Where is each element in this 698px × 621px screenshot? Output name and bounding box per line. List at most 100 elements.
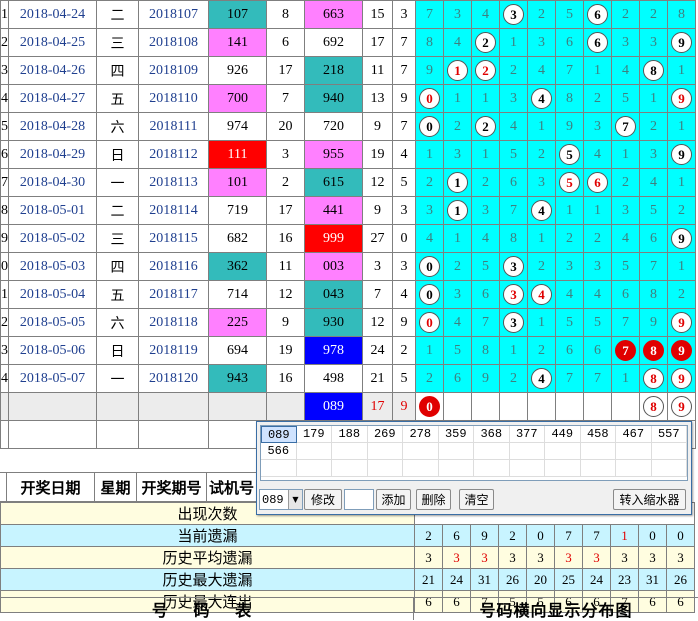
table-row[interactable]: 7 2018-04-30 一 2018113 101 2 615 12 5 2 1 2 6 3 5 6 2 4 1 <box>0 168 696 197</box>
distribution-cell[interactable]: 5 <box>639 196 668 225</box>
distribution-cell[interactable] <box>499 392 528 421</box>
distribution-cell[interactable]: 7 <box>471 308 500 337</box>
distribution-cell[interactable]: 8 <box>415 28 444 57</box>
distribution-cell[interactable]: 4 <box>527 196 556 225</box>
distribution-cell[interactable]: 4 <box>471 224 500 253</box>
distribution-cell[interactable]: 3 <box>415 196 444 225</box>
distribution-cell[interactable]: 2 <box>443 112 472 141</box>
hit-ball[interactable]: 3 <box>503 312 524 333</box>
distribution-cell[interactable] <box>527 392 556 421</box>
distribution-cell[interactable]: 4 <box>583 280 612 309</box>
distribution-cell[interactable]: 4 <box>443 28 472 57</box>
hit-ball[interactable]: 8 <box>643 368 664 389</box>
hit-ball[interactable]: 0 <box>419 116 440 137</box>
hit-ball[interactable]: 3 <box>503 284 524 305</box>
table-row[interactable]: 1 2018-05-04 五 2018117 714 12 043 7 4 0 3 6 3 4 4 4 6 8 2 <box>0 280 696 309</box>
distribution-cell[interactable]: 9 <box>471 364 500 393</box>
distribution-cell[interactable]: 1 <box>667 168 696 197</box>
number-list-item[interactable] <box>545 460 581 477</box>
hit-ball[interactable]: 1 <box>447 60 468 81</box>
distribution-cell[interactable]: 6 <box>611 280 640 309</box>
distribution-cell[interactable]: 2 <box>443 252 472 281</box>
distribution-cell[interactable] <box>555 392 584 421</box>
distribution-cell[interactable]: 0 <box>415 112 444 141</box>
distribution-cell[interactable]: 2 <box>639 0 668 29</box>
distribution-cell[interactable]: 1 <box>443 224 472 253</box>
distribution-cell[interactable]: 2 <box>583 224 612 253</box>
distribution-cell[interactable]: 4 <box>527 280 556 309</box>
distribution-cell[interactable]: 1 <box>611 140 640 169</box>
distribution-cell[interactable]: 2 <box>527 336 556 365</box>
distribution-cell[interactable]: 5 <box>611 84 640 113</box>
number-list-grid[interactable]: 089 179 188 269 278 359 368 377 449 458 467 557 566 <box>260 425 688 481</box>
hit-ball[interactable]: 9 <box>671 32 692 53</box>
distribution-cell[interactable]: 0 <box>415 84 444 113</box>
distribution-cell[interactable]: 2 <box>527 0 556 29</box>
distribution-cell[interactable]: 2 <box>555 224 584 253</box>
distribution-cell[interactable]: 2 <box>639 112 668 141</box>
number-input[interactable] <box>344 489 374 510</box>
distribution-cell[interactable]: 9 <box>639 308 668 337</box>
number-list-item[interactable]: 089 <box>261 426 297 443</box>
number-list-item[interactable] <box>616 443 652 460</box>
number-list-item[interactable]: 458 <box>580 426 617 443</box>
number-combo[interactable]: 089 ▼ <box>259 489 303 510</box>
number-list-item[interactable] <box>580 460 616 477</box>
hit-ball[interactable]: 2 <box>475 60 496 81</box>
table-row[interactable]: 2 2018-05-05 六 2018118 225 9 930 12 9 0 4 7 3 1 5 5 7 9 9 <box>0 308 696 337</box>
distribution-cell[interactable]: 9 <box>667 308 696 337</box>
distribution-cell[interactable]: 4 <box>555 280 584 309</box>
number-list-item[interactable]: 179 <box>296 426 333 443</box>
delete-button[interactable]: 删除 <box>416 489 451 510</box>
hit-ball[interactable]: 1 <box>447 200 468 221</box>
distribution-cell[interactable]: 3 <box>527 28 556 57</box>
clear-button[interactable]: 清空 <box>459 489 494 510</box>
distribution-cell[interactable]: 2 <box>611 168 640 197</box>
distribution-cell[interactable]: 2 <box>499 56 528 85</box>
distribution-cell[interactable]: 2 <box>527 252 556 281</box>
distribution-cell[interactable]: 3 <box>583 252 612 281</box>
distribution-cell[interactable]: 6 <box>443 364 472 393</box>
hit-ball[interactable]: 9 <box>671 228 692 249</box>
number-list-item[interactable]: 188 <box>332 426 368 443</box>
number-list-item[interactable] <box>474 460 510 477</box>
hit-ball[interactable]: 8 <box>643 60 664 81</box>
hit-ball[interactable]: 0 <box>419 88 440 109</box>
distribution-cell[interactable]: 5 <box>555 140 584 169</box>
hit-ball[interactable]: 7 <box>615 116 636 137</box>
distribution-cell[interactable]: 3 <box>611 196 640 225</box>
hit-ball[interactable]: 9 <box>671 340 692 361</box>
distribution-cell[interactable]: 8 <box>555 84 584 113</box>
number-list-item[interactable] <box>509 443 545 460</box>
distribution-cell[interactable]: 6 <box>583 28 612 57</box>
distribution-cell[interactable]: 2 <box>471 28 500 57</box>
distribution-cell[interactable]: 1 <box>471 140 500 169</box>
number-list-item[interactable]: 377 <box>509 426 546 443</box>
table-row[interactable]: 1 2018-04-24 二 2018107 107 8 663 15 3 7 3 4 3 2 5 6 2 2 8 <box>0 0 696 29</box>
distribution-cell[interactable]: 8 <box>639 56 668 85</box>
distribution-cell[interactable]: 9 <box>667 84 696 113</box>
distribution-cell[interactable]: 8 <box>639 280 668 309</box>
number-list-item[interactable] <box>509 460 545 477</box>
hit-ball[interactable]: 9 <box>671 312 692 333</box>
number-list-item[interactable] <box>403 460 439 477</box>
distribution-cell[interactable]: 3 <box>527 168 556 197</box>
distribution-cell[interactable]: 1 <box>667 252 696 281</box>
distribution-cell[interactable]: 8 <box>499 224 528 253</box>
distribution-cell[interactable]: 1 <box>527 112 556 141</box>
distribution-cell[interactable]: 7 <box>611 308 640 337</box>
distribution-cell[interactable]: 5 <box>499 140 528 169</box>
distribution-cell[interactable]: 8 <box>639 364 668 393</box>
hit-ball[interactable]: 0 <box>419 312 440 333</box>
hit-ball[interactable]: 6 <box>587 32 608 53</box>
table-row[interactable]: 3 2018-04-26 四 2018109 926 17 218 11 7 9 1 2 2 4 7 1 4 8 1 <box>0 56 696 85</box>
distribution-cell[interactable]: 3 <box>583 112 612 141</box>
distribution-cell[interactable] <box>443 392 472 421</box>
distribution-cell[interactable]: 1 <box>611 364 640 393</box>
hit-ball[interactable]: 0 <box>419 256 440 277</box>
distribution-cell[interactable]: 1 <box>555 196 584 225</box>
distribution-cell[interactable]: 0 <box>415 392 444 421</box>
hit-ball[interactable]: 8 <box>643 340 664 361</box>
distribution-cell[interactable]: 0 <box>415 280 444 309</box>
chevron-down-icon[interactable]: ▼ <box>288 490 302 509</box>
